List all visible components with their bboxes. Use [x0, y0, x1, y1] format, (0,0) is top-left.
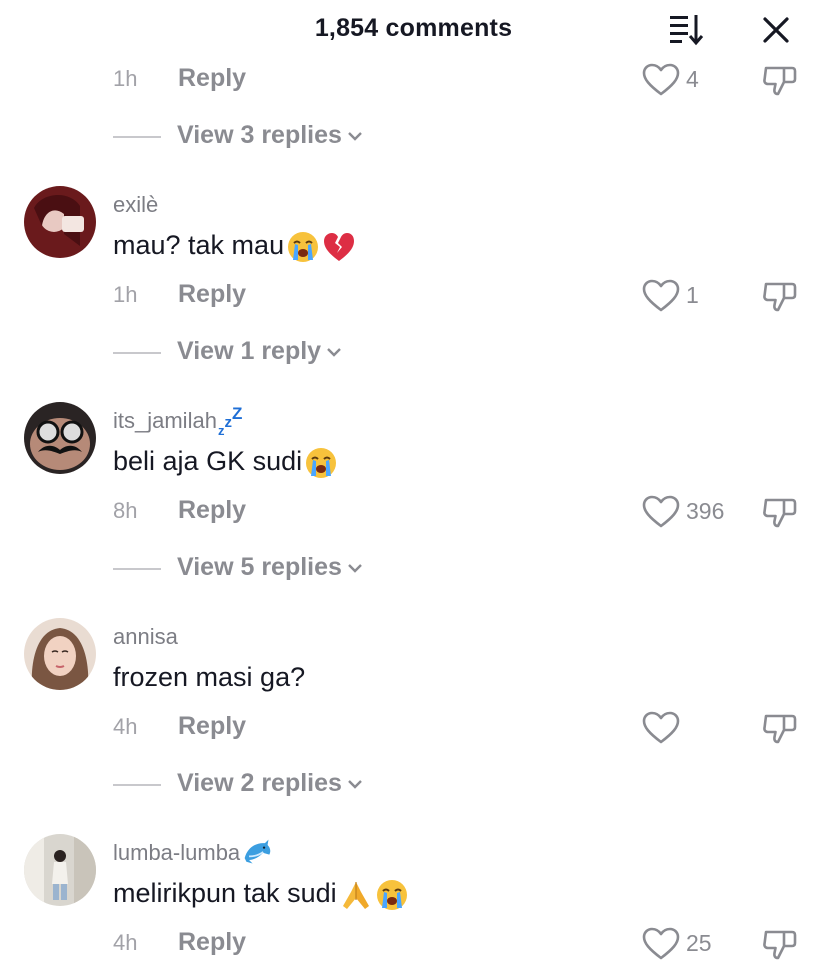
comment-meta-row: 4h Reply — [0, 708, 827, 748]
comment-list[interactable]: 1h Reply 4 View 3 replies exilè mau? tak… — [0, 0, 827, 980]
reply-button[interactable]: Reply — [178, 712, 246, 741]
comment-time: 1h — [113, 282, 138, 307]
heart-icon — [642, 927, 680, 960]
comment-text: beli aja GK sudi — [113, 446, 338, 480]
comment-text: frozen masi ga? — [113, 662, 305, 693]
chevron-down-icon — [348, 132, 362, 142]
dislike-button[interactable] — [760, 62, 800, 98]
comment-item: lumba-lumba melirikpun tak sudi — [0, 832, 827, 922]
view-replies-label: View 5 replies — [177, 553, 342, 581]
heart-icon — [642, 63, 680, 96]
dolphin-icon — [242, 837, 272, 867]
like-button[interactable] — [641, 494, 681, 530]
chevron-down-icon — [348, 780, 362, 790]
comment-text-body: melirikpun tak sudi — [113, 878, 337, 909]
loudly-crying-face-icon — [375, 878, 409, 912]
view-replies-label: View 3 replies — [177, 121, 342, 149]
comment-time: 4h — [113, 714, 138, 739]
like-count: 396 — [686, 498, 725, 524]
comment-meta-row: 8h Reply 396 — [0, 492, 827, 532]
chevron-down-icon — [327, 348, 341, 358]
reply-button[interactable]: Reply — [178, 928, 246, 957]
chevron-down-icon — [348, 564, 362, 574]
view-replies-button[interactable]: View 1 reply — [177, 337, 343, 366]
comment-meta-row: 1h Reply 4 — [0, 60, 827, 100]
comment-time: 1h — [113, 66, 138, 91]
loudly-crying-face-icon — [286, 230, 320, 264]
divider — [113, 352, 161, 354]
view-replies-button[interactable]: View 3 replies — [177, 121, 364, 150]
avatar[interactable] — [24, 402, 96, 474]
comment-item: its_jamilahzzZ beli aja GK sudi — [0, 400, 827, 490]
comment-username-text: lumba-lumba — [113, 840, 241, 865]
avatar[interactable] — [24, 186, 96, 258]
comment-time: 8h — [113, 498, 138, 523]
reply-button[interactable]: Reply — [178, 64, 246, 93]
comment-username[interactable]: exilè — [113, 192, 158, 218]
comments-header: 1,854 comments — [0, 0, 827, 58]
thumbs-down-icon — [763, 282, 797, 312]
view-replies-label: View 2 replies — [177, 769, 342, 797]
heart-icon — [642, 495, 680, 528]
comment-text: mau? tak mau — [113, 230, 356, 264]
view-replies-row[interactable]: View 5 replies — [0, 551, 827, 587]
close-button[interactable] — [758, 12, 794, 48]
thumbs-down-icon — [763, 66, 797, 96]
thumbs-down-icon — [763, 714, 797, 744]
heart-icon — [642, 279, 680, 312]
thumbs-down-icon — [763, 498, 797, 528]
view-replies-row[interactable]: View 3 replies — [0, 119, 827, 155]
like-button[interactable] — [641, 926, 681, 962]
avatar[interactable] — [24, 834, 96, 906]
divider — [113, 784, 161, 786]
comment-text: melirikpun tak sudi — [113, 878, 409, 912]
divider — [113, 136, 161, 138]
comment-text-body: frozen masi ga? — [113, 662, 306, 692]
zzz-icon: zzZ — [217, 404, 243, 438]
like-count: 25 — [686, 930, 712, 956]
heart-icon — [642, 711, 680, 744]
view-replies-row[interactable]: View 1 reply — [0, 335, 827, 371]
view-replies-label: View 1 reply — [177, 337, 322, 365]
thumbs-down-icon — [763, 930, 797, 960]
comment-username[interactable]: annisa — [113, 624, 178, 650]
dislike-button[interactable] — [760, 494, 800, 530]
avatar[interactable] — [24, 618, 96, 690]
close-icon — [763, 17, 789, 43]
reply-button[interactable]: Reply — [178, 496, 246, 525]
comment-username[interactable]: lumba-lumba — [113, 837, 272, 867]
sort-icon — [670, 15, 704, 46]
dislike-button[interactable] — [760, 278, 800, 314]
comment-item: exilè mau? tak mau — [0, 184, 827, 274]
view-replies-button[interactable]: View 2 replies — [177, 769, 364, 798]
broken-heart-icon — [322, 230, 356, 264]
like-button[interactable] — [641, 62, 681, 98]
like-count: 1 — [686, 282, 699, 308]
folded-hands-icon — [339, 878, 373, 912]
divider — [113, 568, 161, 570]
view-replies-button[interactable]: View 5 replies — [177, 553, 364, 582]
view-replies-row[interactable]: View 2 replies — [0, 767, 827, 803]
reply-button[interactable]: Reply — [178, 280, 246, 309]
comment-item: annisa frozen masi ga? — [0, 616, 827, 706]
comment-time: 4h — [113, 930, 138, 955]
like-button[interactable] — [641, 278, 681, 314]
dislike-button[interactable] — [760, 926, 800, 962]
sort-button[interactable] — [666, 12, 706, 46]
comment-meta-row: 4h Reply 25 — [0, 924, 827, 964]
comment-text-body: beli aja GK sudi — [113, 446, 303, 477]
comment-text-body: mau? tak mau — [113, 230, 285, 261]
like-button[interactable] — [641, 710, 681, 746]
loudly-crying-face-icon — [304, 446, 338, 480]
comment-username[interactable]: its_jamilahzzZ — [113, 404, 243, 438]
comment-meta-row: 1h Reply 1 — [0, 276, 827, 316]
comment-username-text: its_jamilah — [113, 408, 217, 433]
like-count: 4 — [686, 66, 699, 92]
dislike-button[interactable] — [760, 710, 800, 746]
